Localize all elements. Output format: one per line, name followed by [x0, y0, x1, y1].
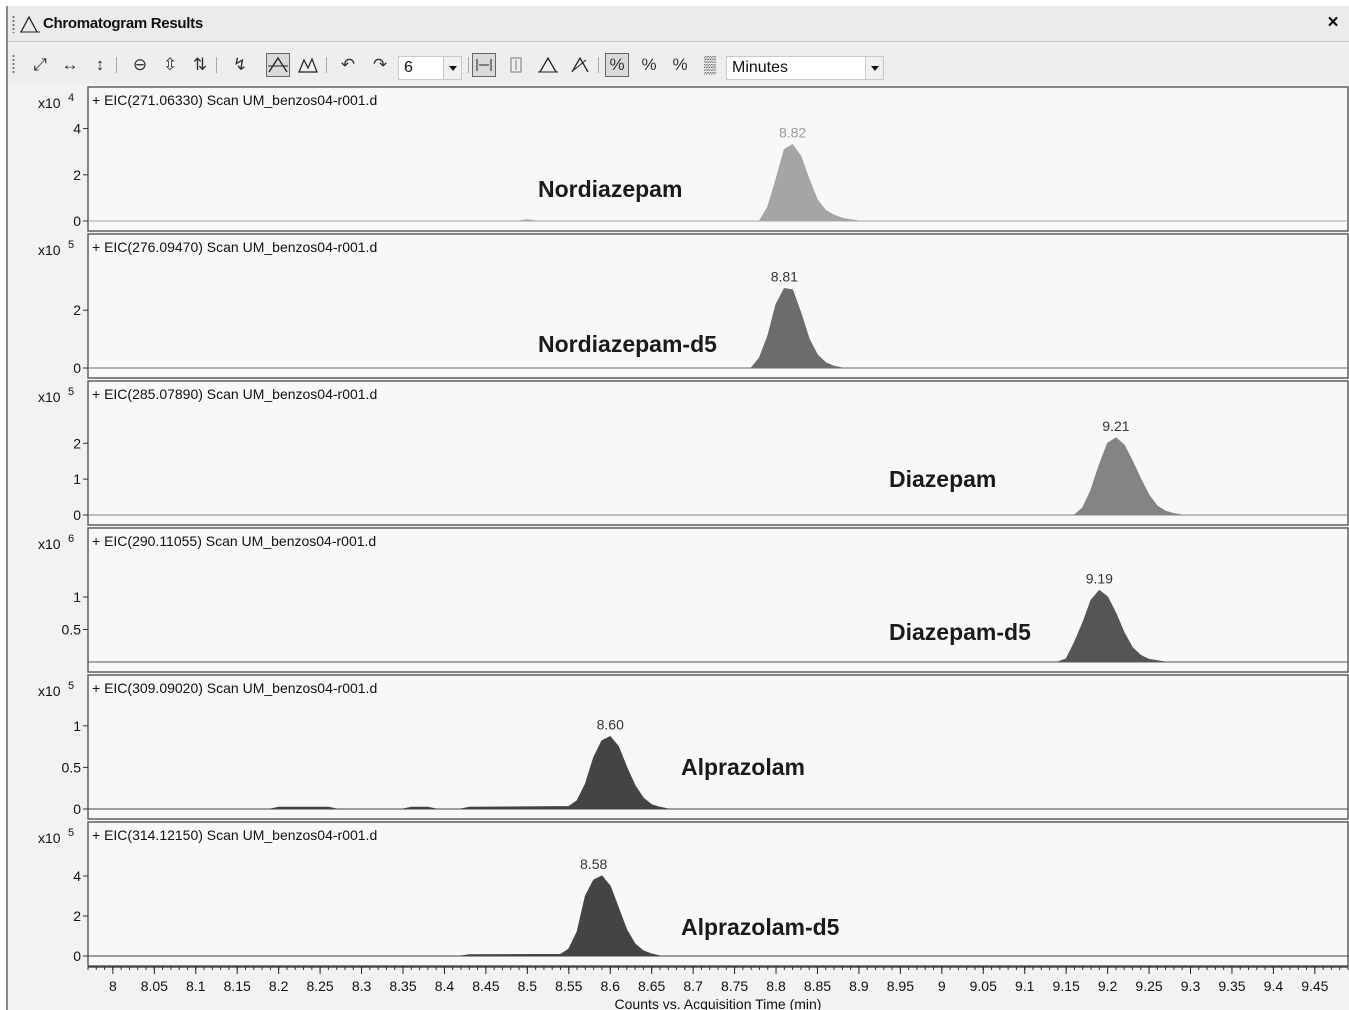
- compound-label: Diazepam-d5: [889, 619, 1031, 645]
- scale-exponent: 5: [68, 239, 74, 251]
- chromatogram-panel: + EIC(276.09470) Scan UM_benzos04-r001.d…: [38, 233, 1349, 379]
- x-tick-label: 9.1: [1015, 978, 1035, 994]
- scale-exponent: 5: [68, 386, 74, 398]
- x-tick-label: 9: [938, 978, 946, 994]
- peak-rt-label: 9.19: [1086, 571, 1113, 587]
- y-tick-label: 0: [73, 507, 81, 523]
- y-tick-label: 0.5: [62, 759, 82, 775]
- panel-frame: [87, 86, 1349, 232]
- panel-title: + EIC(314.12150) Scan UM_benzos04-r001.d: [92, 827, 377, 843]
- y-tick-label: 1: [73, 718, 81, 734]
- y-tick-label: 4: [73, 868, 81, 884]
- chromatogram-panel: + EIC(309.09020) Scan UM_benzos04-r001.d…: [38, 674, 1349, 820]
- x-tick-label: 8.85: [804, 978, 831, 994]
- y-tick-label: 1: [73, 589, 81, 605]
- x-tick-label: 9.45: [1301, 978, 1328, 994]
- chromatogram-panel: + EIC(271.06330) Scan UM_benzos04-r001.d…: [38, 86, 1349, 232]
- x-tick-label: 8.5: [518, 978, 538, 994]
- y-tick-label: 1: [73, 471, 81, 487]
- x-tick-label: 8.35: [389, 978, 416, 994]
- x-tick-label: 8.1: [186, 978, 206, 994]
- y-tick-label: 2: [73, 435, 81, 451]
- compound-label: Nordiazepam: [538, 176, 682, 202]
- y-tick-label: 2: [73, 908, 81, 924]
- peak-rt-label: 8.81: [771, 269, 798, 285]
- x-tick-label: 8.25: [306, 978, 333, 994]
- chromatogram-chart: + EIC(271.06330) Scan UM_benzos04-r001.d…: [38, 86, 1349, 1010]
- x-tick-label: 8.15: [224, 978, 251, 994]
- y-tick-label: 0: [73, 360, 81, 376]
- scale-exponent: 4: [68, 92, 74, 104]
- panel-title: + EIC(276.09470) Scan UM_benzos04-r001.d: [92, 239, 377, 255]
- x-axis-label: Counts vs. Acquisition Time (min): [615, 996, 822, 1010]
- x-tick-label: 8.2: [269, 978, 289, 994]
- compound-label: Nordiazepam-d5: [538, 331, 717, 357]
- panel-title: + EIC(290.11055) Scan UM_benzos04-r001.d: [92, 533, 376, 549]
- compound-label: Alprazolam-d5: [681, 914, 840, 940]
- y-tick-label: 0: [73, 801, 81, 817]
- compound-label: Alprazolam: [681, 754, 805, 780]
- y-tick-label: 4: [73, 121, 81, 137]
- scale-exponent: 6: [68, 533, 74, 545]
- compound-label: Diazepam: [889, 466, 996, 492]
- y-tick-label: 2: [73, 302, 81, 318]
- panel-title: + EIC(271.06330) Scan UM_benzos04-r001.d: [92, 92, 377, 108]
- x-tick-label: 9.35: [1218, 978, 1245, 994]
- scale-label: x10: [38, 95, 61, 111]
- x-tick-label: 8.9: [849, 978, 869, 994]
- chromatogram-panel: + EIC(285.07890) Scan UM_benzos04-r001.d…: [38, 380, 1349, 526]
- x-tick-label: 8.8: [766, 978, 786, 994]
- x-tick-label: 9.25: [1135, 978, 1162, 994]
- scale-label: x10: [38, 242, 61, 258]
- panel-frame: [87, 380, 1349, 526]
- x-tick-label: 8.55: [555, 978, 582, 994]
- scale-label: x10: [38, 389, 61, 405]
- y-tick-label: 0: [73, 948, 81, 964]
- y-tick-label: 0.5: [62, 622, 82, 638]
- x-tick-label: 9.4: [1264, 978, 1284, 994]
- x-tick-label: 9.05: [970, 978, 997, 994]
- x-tick-label: 9.15: [1053, 978, 1080, 994]
- x-tick-label: 8.95: [887, 978, 914, 994]
- x-tick-label: 8.45: [472, 978, 499, 994]
- peak-rt-label: 8.60: [597, 717, 624, 733]
- scale-exponent: 5: [68, 827, 74, 839]
- x-tick-label: 8.75: [721, 978, 748, 994]
- scale-label: x10: [38, 536, 61, 552]
- scale-exponent: 5: [68, 680, 74, 692]
- y-tick-label: 2: [73, 167, 81, 183]
- panel-title: + EIC(309.09020) Scan UM_benzos04-r001.d: [92, 680, 377, 696]
- peak-rt-label: 9.21: [1102, 418, 1129, 434]
- panel-frame: [87, 233, 1349, 379]
- chromatogram-panel: + EIC(314.12150) Scan UM_benzos04-r001.d…: [38, 821, 1349, 967]
- x-tick-label: 8: [109, 978, 117, 994]
- scale-label: x10: [38, 830, 61, 846]
- scale-label: x10: [38, 683, 61, 699]
- x-tick-label: 9.2: [1098, 978, 1118, 994]
- panel-frame: [87, 674, 1349, 820]
- x-tick-label: 8.3: [352, 978, 372, 994]
- x-tick-label: 9.3: [1181, 978, 1201, 994]
- x-tick-label: 8.4: [435, 978, 455, 994]
- peak-rt-label: 8.58: [580, 856, 607, 872]
- x-tick-label: 8.65: [638, 978, 665, 994]
- panel-frame: [87, 821, 1349, 967]
- x-tick-label: 8.6: [601, 978, 621, 994]
- panel-frame: [87, 527, 1349, 673]
- x-tick-label: 8.7: [683, 978, 703, 994]
- peak-rt-label: 8.82: [779, 125, 806, 141]
- x-tick-label: 8.05: [141, 978, 168, 994]
- y-tick-label: 0: [73, 213, 81, 229]
- panel-title: + EIC(285.07890) Scan UM_benzos04-r001.d: [92, 386, 377, 402]
- chromatogram-panel: + EIC(290.11055) Scan UM_benzos04-r001.d…: [38, 527, 1349, 673]
